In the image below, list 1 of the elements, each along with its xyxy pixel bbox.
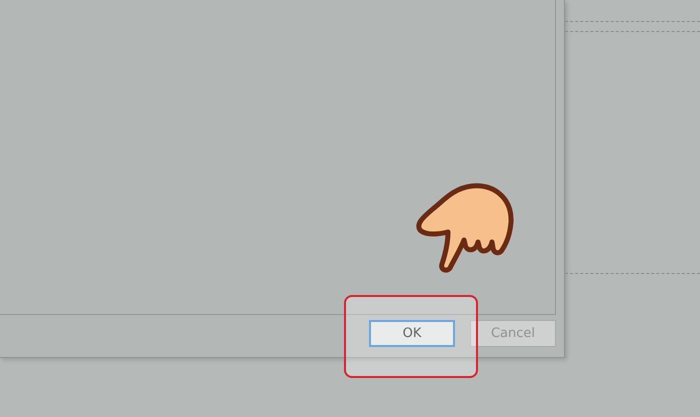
ok-button[interactable]: OK xyxy=(369,320,455,347)
